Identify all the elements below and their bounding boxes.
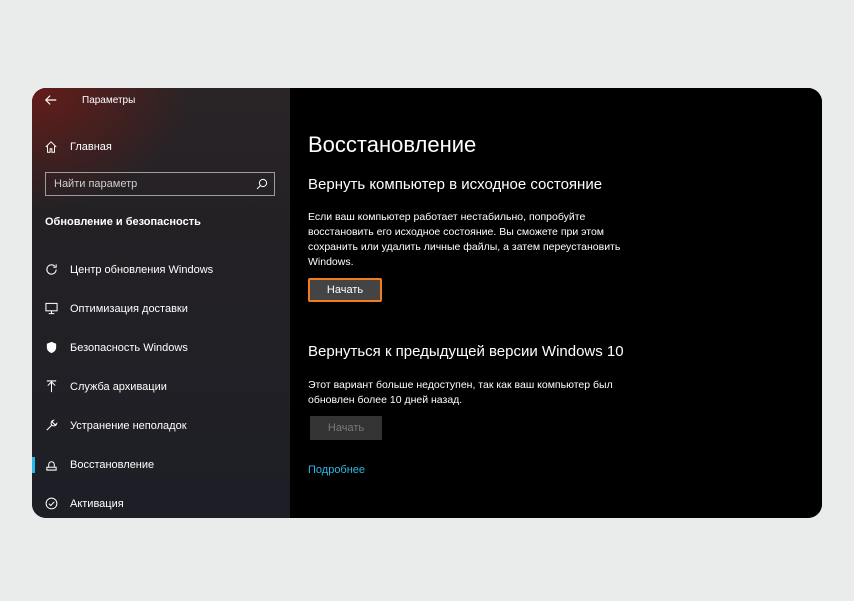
- sidebar-nav: Центр обновления Windows Оптимизация дос…: [32, 250, 290, 518]
- search-input[interactable]: [46, 173, 254, 195]
- wrench-icon: [46, 419, 58, 431]
- sidebar-item-activation[interactable]: Активация: [32, 484, 290, 518]
- more-info-link[interactable]: Подробнее: [308, 464, 365, 476]
- delivery-icon: [45, 302, 58, 315]
- sidebar-item-label: Служба архивации: [70, 380, 167, 393]
- page-title: Восстановление: [308, 132, 477, 157]
- reset-start-button[interactable]: Начать: [308, 278, 382, 302]
- sidebar-item-label: Центр обновления Windows: [70, 263, 214, 276]
- sidebar-item-label: Устранение неполадок: [70, 419, 187, 432]
- sidebar-item-delivery-optimization[interactable]: Оптимизация доставки: [32, 289, 290, 328]
- section-title: Обновление и безопасность: [45, 216, 201, 228]
- sidebar-item-backup[interactable]: Служба архивации: [32, 367, 290, 406]
- sidebar-item-label: Безопасность Windows: [70, 341, 188, 354]
- app-title: Параметры: [82, 95, 136, 106]
- reset-heading: Вернуть компьютер в исходное состояние: [308, 176, 603, 193]
- home-label: Главная: [70, 141, 112, 153]
- home-link[interactable]: Главная: [44, 138, 112, 156]
- sidebar-item-label: Восстановление: [70, 458, 155, 471]
- sidebar-item-windows-update[interactable]: Центр обновления Windows: [32, 250, 290, 289]
- sidebar-item-label: Оптимизация доставки: [70, 302, 188, 315]
- check-circle-icon: [45, 497, 58, 510]
- sidebar-item-troubleshoot[interactable]: Устранение неполадок: [32, 406, 290, 445]
- search-icon[interactable]: [256, 178, 268, 190]
- backup-arrow-icon: [46, 380, 57, 393]
- home-icon: [45, 141, 57, 153]
- sidebar-item-recovery[interactable]: Восстановление: [32, 445, 290, 484]
- sidebar: Параметры Главная Обновление и безопасно…: [32, 88, 290, 518]
- rollback-heading: Вернуться к предыдущей версии Windows 10: [308, 343, 624, 360]
- sidebar-item-label: Активация: [70, 497, 124, 510]
- refresh-icon: [46, 264, 57, 275]
- shield-icon: [46, 341, 57, 354]
- settings-window: Параметры Главная Обновление и безопасно…: [32, 88, 822, 518]
- recovery-icon: [46, 461, 57, 471]
- back-arrow-icon[interactable]: [44, 93, 60, 109]
- main-content: Восстановление Вернуть компьютер в исход…: [290, 88, 822, 518]
- reset-description: Если ваш компьютер работает нестабильно,…: [308, 211, 621, 268]
- rollback-start-button: Начать: [310, 416, 382, 440]
- sidebar-item-windows-security[interactable]: Безопасность Windows: [32, 328, 290, 367]
- search-box[interactable]: [45, 172, 275, 196]
- title-bar: Параметры: [32, 88, 290, 114]
- rollback-description: Этот вариант больше недоступен, так как …: [308, 379, 613, 406]
